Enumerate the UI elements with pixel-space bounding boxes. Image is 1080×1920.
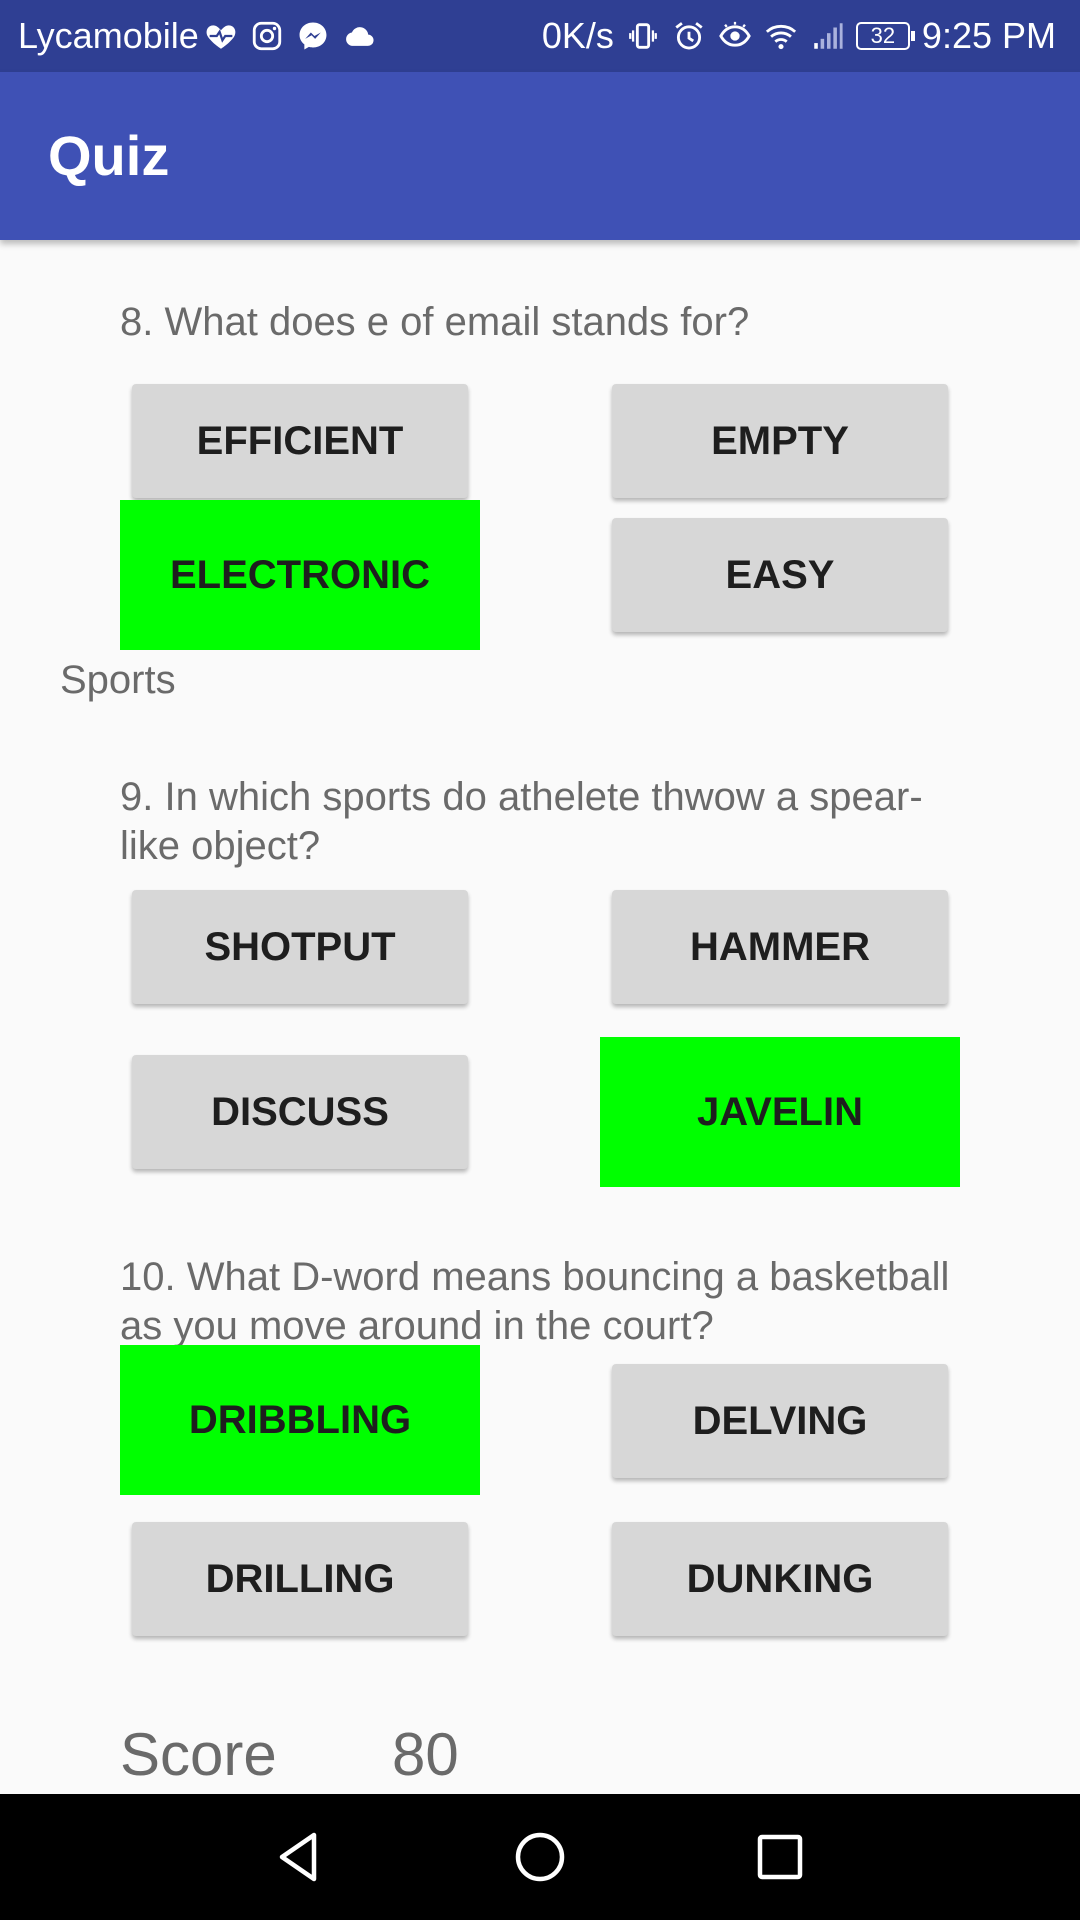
- option-delving-button[interactable]: DELVING: [612, 1364, 948, 1478]
- question-10-text: 10. What D-word means bouncing a basketb…: [120, 1255, 950, 1348]
- option-easy-button[interactable]: EASY: [612, 518, 948, 632]
- app-title: Quiz: [48, 124, 170, 187]
- instagram-icon: [250, 19, 284, 53]
- wifi-icon: [764, 19, 798, 53]
- recents-icon[interactable]: [750, 1827, 810, 1887]
- question-8-text: 8. What does e of email stands for?: [120, 300, 750, 344]
- option-empty-button[interactable]: EMPTY: [612, 384, 948, 498]
- eye-icon: [718, 19, 752, 53]
- score-value: 80: [392, 1721, 459, 1788]
- option-dribbling-button[interactable]: DRIBBLING: [120, 1345, 480, 1495]
- question-9-text: 9. In which sports do athelete thwow a s…: [120, 775, 923, 868]
- navigation-bar: [0, 1794, 1080, 1920]
- signal-icon: [810, 19, 844, 53]
- option-efficient-button[interactable]: EFFICIENT: [132, 384, 468, 498]
- option-electronic-button[interactable]: ELECTRONIC: [120, 500, 480, 650]
- home-icon[interactable]: [510, 1827, 570, 1887]
- option-dunking-button[interactable]: DUNKING: [612, 1522, 948, 1636]
- battery-icon: 32: [855, 22, 915, 50]
- heart-pulse-icon: [204, 19, 238, 53]
- clock: 9:25 PM: [921, 15, 1056, 56]
- score-label: Score: [120, 1721, 277, 1788]
- system-indicators: 0K/s 32 9:25 PM: [542, 16, 1056, 56]
- messenger-icon: [296, 19, 330, 53]
- section-label: Sports: [60, 658, 176, 702]
- status-bar: Lycamobile 0K/s 32 9:25 PM: [0, 0, 1080, 72]
- quiz-screen: Lycamobile 0K/s 32 9:25 PM Quiz 8. What …: [0, 0, 1080, 1920]
- carrier-name: Lycamobile: [18, 15, 199, 56]
- option-shotput-button[interactable]: SHOTPUT: [132, 890, 468, 1004]
- notification-icons: [204, 16, 376, 56]
- vibrate-icon: [626, 19, 660, 53]
- cloud-icon: [342, 19, 376, 53]
- network-speed: 0K/s: [541, 15, 614, 56]
- option-drilling-button[interactable]: DRILLING: [132, 1522, 468, 1636]
- alarm-icon: [672, 19, 706, 53]
- option-hammer-button[interactable]: HAMMER: [612, 890, 948, 1004]
- option-javelin-button[interactable]: JAVELIN: [600, 1037, 960, 1187]
- back-icon[interactable]: [270, 1827, 330, 1887]
- app-bar: Quiz: [0, 72, 1080, 240]
- option-discuss-button[interactable]: DISCUSS: [132, 1055, 468, 1169]
